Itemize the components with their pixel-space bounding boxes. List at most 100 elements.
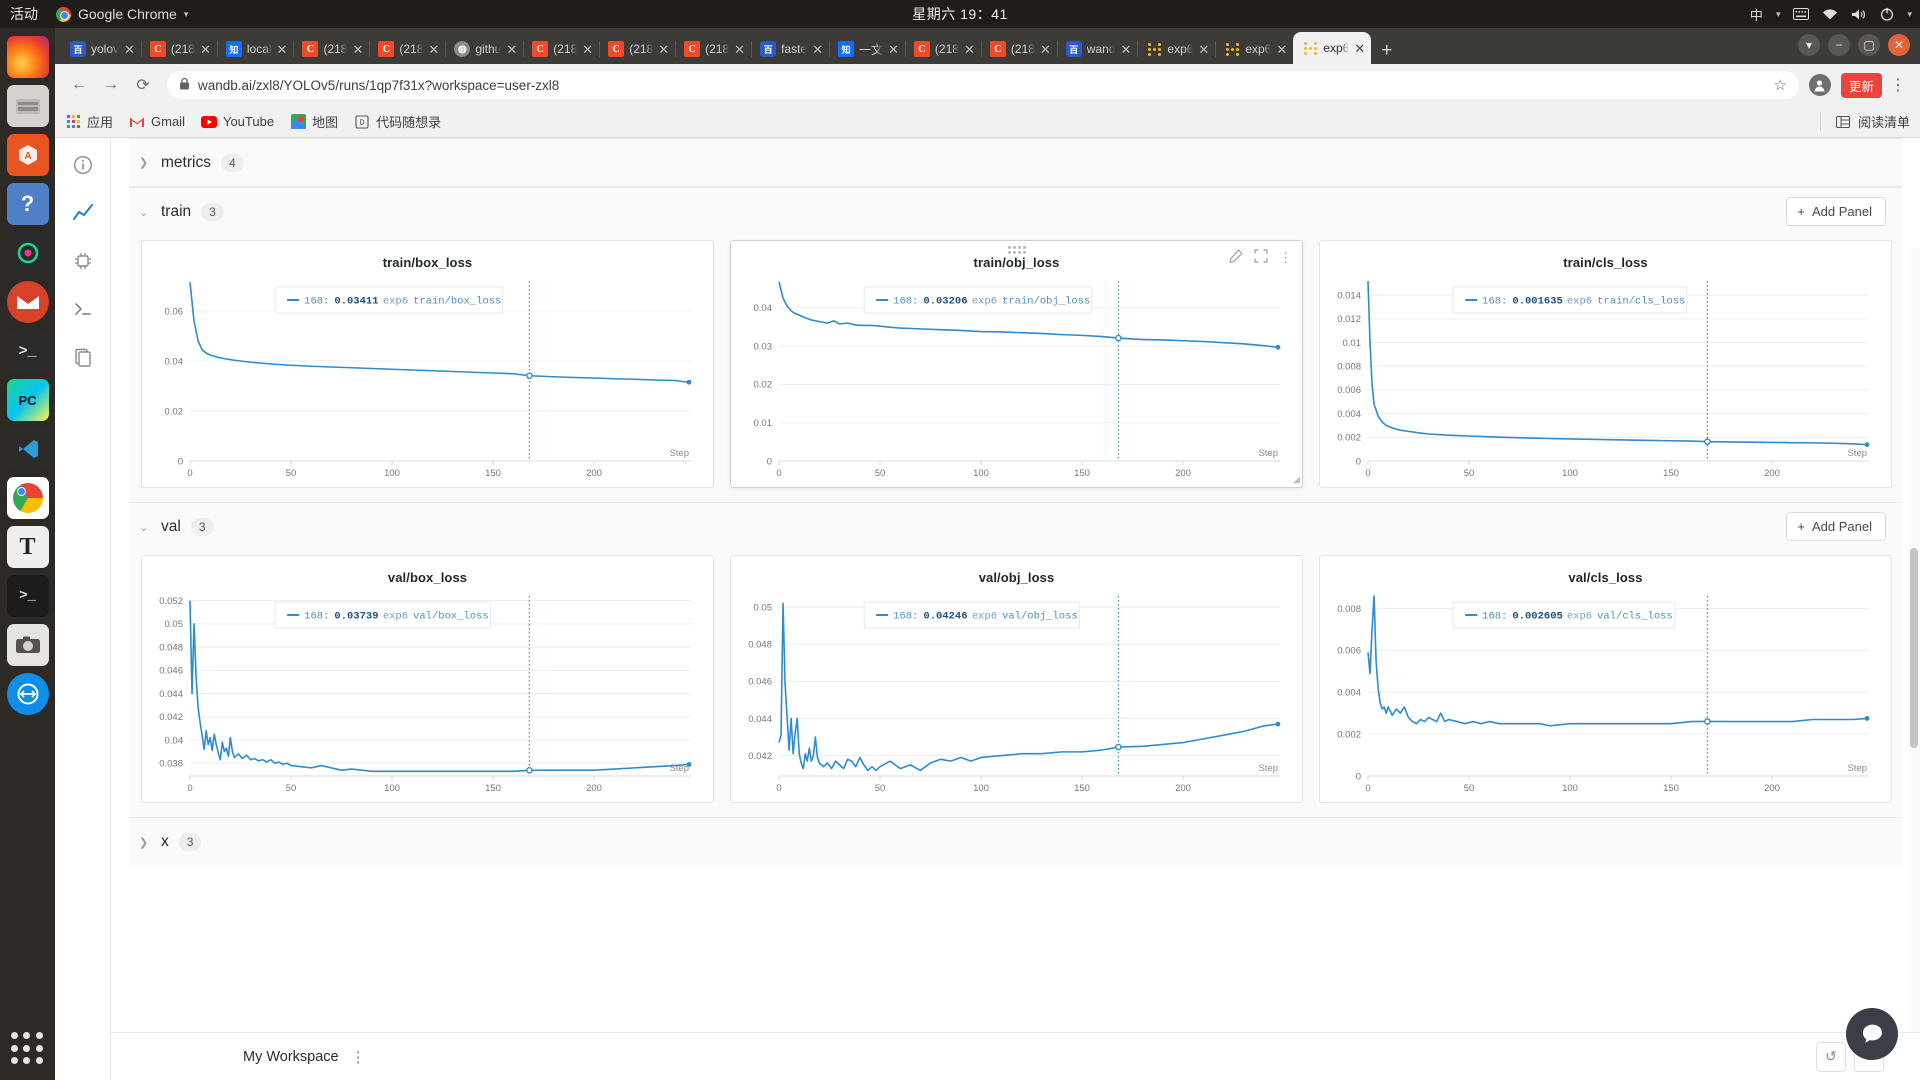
dock-item-terminal[interactable]: >_ [6,575,49,617]
browser-tab-active[interactable]: exp6 ✕ [1293,32,1372,64]
update-button[interactable]: 更新 [1840,72,1882,98]
chart-val-obj-loss[interactable]: 0.042 0.044 0.046 0.048 0.05 0 50 100 150 200 Step… [731,586,1302,802]
browser-tab[interactable]: C (218 ✕ [369,34,445,64]
resize-handle[interactable]: ◢ [1293,474,1300,485]
bookmark-apps[interactable]: 应用 [65,112,113,131]
section-header-x[interactable]: ❯ x 3 [129,818,1902,866]
dock-item-teamviewer[interactable] [6,673,49,715]
add-panel-button[interactable]: + Add Panel [1786,512,1886,541]
close-icon[interactable]: ✕ [428,43,439,56]
workspace-name[interactable]: My Workspace [243,1049,339,1065]
panel-train-box-loss[interactable]: train/box_loss 0 0.02 0.04 0.06 0 50 100 150 200… [141,240,714,488]
browser-tab[interactable]: C (218 ✕ [523,34,599,64]
network-icon[interactable] [1822,8,1838,21]
dock-item-help[interactable]: ? [6,183,49,225]
volume-icon[interactable] [1851,8,1867,21]
dock-item-clion[interactable] [6,232,49,274]
browser-tab[interactable]: 知 一文 ✕ [829,34,905,64]
page-scrollbar[interactable] [1908,248,1920,1080]
dock-item-terminal-alt[interactable]: >_ [6,330,49,372]
pencil-icon[interactable] [1229,249,1243,266]
kebab-icon[interactable]: ⋮ [1279,250,1292,266]
close-icon[interactable]: ✕ [352,43,363,56]
chevron-down-icon[interactable]: ⌄ [139,206,151,219]
files-icon[interactable] [66,340,100,374]
browser-tab[interactable]: C (218 ✕ [140,34,217,64]
dock-item-software[interactable]: A [6,134,49,176]
chart-train-obj-loss[interactable]: 0 0.01 0.02 0.03 0.04 0 50 100 150 200 Step 168: 0.… [731,271,1302,487]
terminal-icon[interactable] [66,292,100,326]
chart-val-box-loss[interactable]: 0.038 0.04 0.042 0.044 0.046 0.048 0.05 0.052 0 5… [142,586,713,802]
close-icon[interactable]: ✕ [582,43,593,56]
browser-tab[interactable]: C (218 ✕ [293,34,369,64]
dock-item-files[interactable] [6,85,49,127]
panel-train-cls-loss[interactable]: train/cls_loss 0 0.002 0.004 0.006 0.008 0.01… [1319,240,1892,488]
close-window-button[interactable]: ✕ [1888,34,1910,56]
reading-list-button[interactable]: 阅读清单 [1819,112,1910,131]
chevron-down-icon[interactable]: ▾ [1907,9,1912,20]
section-header-train[interactable]: ⌄ train 3 + Add Panel [129,188,1902,236]
bookmark-code-notes[interactable]: D 代码随想录 [354,112,441,131]
chevron-right-icon[interactable]: ❯ [139,836,151,849]
section-header-val[interactable]: ⌄ val 3 + Add Panel [129,503,1902,551]
close-icon[interactable]: ✕ [658,43,669,56]
dock-item-pycharm[interactable]: PC [6,379,49,421]
workspace-menu-icon[interactable]: ⋮ [351,1048,366,1066]
dock-item-vscode[interactable] [6,428,49,470]
chevron-right-icon[interactable]: ❯ [139,156,151,169]
browser-tab[interactable]: C (218 ✕ [980,34,1057,64]
maximize-button[interactable]: ▢ [1858,34,1880,56]
browser-tab[interactable]: exp6 ✕ [1215,34,1293,64]
close-icon[interactable]: ✕ [1198,43,1209,56]
close-icon[interactable]: ✕ [277,43,288,56]
browser-tab[interactable]: exp6 ✕ [1137,34,1215,64]
close-icon[interactable]: ✕ [1354,42,1365,55]
dock-item-thunderbird[interactable] [6,281,49,323]
panel-val-box-loss[interactable]: val/box_loss 0.038 0.04 0.042 0.044 0.046 0.0… [141,555,714,803]
close-icon[interactable]: ✕ [1040,43,1051,56]
close-icon[interactable]: ✕ [1276,43,1287,56]
dock-item-texstudio[interactable]: T [6,526,49,568]
new-tab-button[interactable]: + [1381,41,1392,60]
back-button[interactable]: ← [65,71,93,99]
browser-tab[interactable]: C (218 ✕ [675,34,751,64]
window-menu-icon[interactable]: ▾ [1798,34,1820,56]
browser-tab[interactable]: C (218 ✕ [599,34,675,64]
bookmark-youtube[interactable]: YouTube [200,114,274,130]
chart-val-cls-loss[interactable]: 0 0.002 0.004 0.006 0.008 0 50 100 150 200 Step 168… [1320,586,1891,802]
close-icon[interactable]: ✕ [1120,43,1131,56]
keyboard-icon[interactable] [1793,8,1810,20]
forward-button[interactable]: → [97,71,125,99]
clock[interactable]: 星期六 19：41 [912,4,1008,24]
section-header-metrics[interactable]: ❯ metrics 4 [129,139,1902,187]
panel-val-obj-loss[interactable]: val/obj_loss 0.042 0.044 0.046 0.048 0.05 0 50… [730,555,1303,803]
info-icon[interactable] [66,148,100,182]
support-chat-button[interactable] [1846,1008,1898,1060]
chrome-menu-button[interactable]: ⋮ [1886,75,1910,95]
browser-tab[interactable]: 百 yolov ✕ [61,34,141,64]
dock-item-screenshot[interactable] [6,624,49,666]
dock-item-chrome[interactable] [6,477,49,519]
bookmark-gmail[interactable]: Gmail [129,114,185,130]
show-applications-button[interactable] [10,1032,45,1066]
chart-line-icon[interactable] [66,196,100,230]
browser-tab[interactable]: 知 local ✕ [216,34,294,64]
chart-train-box-loss[interactable]: 0 0.02 0.04 0.06 0 50 100 150 200 Step 168: 0.0341… [142,271,713,487]
chart-train-cls-loss[interactable]: 0 0.002 0.004 0.006 0.008 0.01 0.012 0.014 0 50 10… [1320,271,1891,487]
close-icon[interactable]: ✕ [964,43,975,56]
browser-tab[interactable]: 百 wand ✕ [1056,34,1138,64]
close-icon[interactable]: ✕ [124,43,135,56]
expand-icon[interactable] [1254,249,1268,266]
bookmark-maps[interactable]: 地图 [290,112,338,131]
bookmark-star-icon[interactable]: ☆ [1774,76,1787,94]
minimize-button[interactable]: − [1828,34,1850,56]
add-panel-button[interactable]: + Add Panel [1786,197,1886,226]
browser-tab[interactable]: C (218 ✕ [904,34,981,64]
close-icon[interactable]: ✕ [506,43,517,56]
close-icon[interactable]: ✕ [200,43,211,56]
activities-button[interactable]: 活动 [0,4,50,24]
browser-tab[interactable]: ◍ githu ✕ [445,34,523,64]
panel-train-obj-loss[interactable]: train/obj_loss ⋮ 0 0.01 0.02 0.03 0.04 0 50 100… [730,240,1303,488]
browser-tab[interactable]: 百 faste ✕ [751,34,829,64]
reload-button[interactable]: ⟳ [129,71,157,99]
